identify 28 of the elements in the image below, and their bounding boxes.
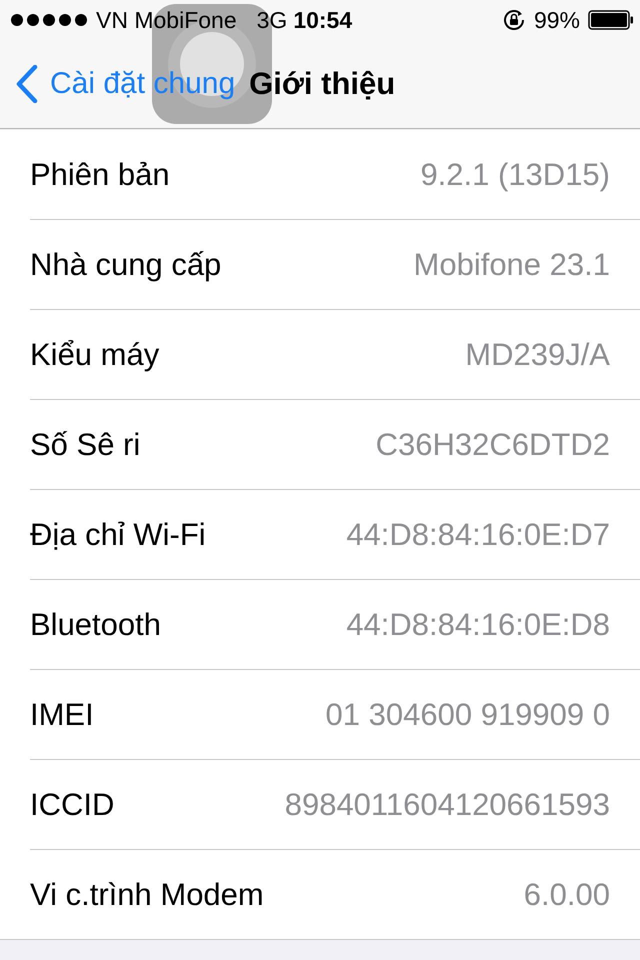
row-value: 9.2.1 (13D15) xyxy=(420,156,610,192)
clock-time: 10:54 xyxy=(293,6,352,34)
row-label: ICCID xyxy=(30,786,114,822)
row-label: Bluetooth xyxy=(30,606,161,642)
row-value: Mobifone 23.1 xyxy=(414,246,610,282)
row-label: Vi c.trình Modem xyxy=(30,876,264,912)
row-value: 8984011604120661593 xyxy=(284,786,610,822)
row-value: 44:D8:84:16:0E:D8 xyxy=(346,606,610,642)
row-label: Địa chỉ Wi-Fi xyxy=(30,516,206,552)
rotation-lock-icon xyxy=(502,8,526,32)
row-value: 44:D8:84:16:0E:D7 xyxy=(346,516,610,552)
carrier-name: VN MobiFone xyxy=(96,6,237,34)
back-button[interactable]: Cài đặt chung xyxy=(16,65,236,103)
row-value: 6.0.00 xyxy=(524,876,610,912)
row-value: 01 304600 919909 0 xyxy=(326,696,610,732)
page-title: Giới thiệu xyxy=(249,66,396,102)
row-value: C36H32C6DTD2 xyxy=(376,426,610,462)
row-label: Nhà cung cấp xyxy=(30,246,222,282)
row-label: IMEI xyxy=(30,696,94,732)
row-label: Số Sê ri xyxy=(30,426,140,462)
row-value: MD239J/A xyxy=(465,336,610,372)
network-type: 3G xyxy=(256,6,288,34)
chevron-left-icon xyxy=(16,65,38,103)
battery-icon xyxy=(588,10,634,30)
row-label: Kiểu máy xyxy=(30,336,160,372)
signal-icon xyxy=(10,13,88,27)
row-label: Phiên bản xyxy=(30,156,170,192)
battery-percent: 99% xyxy=(534,6,580,34)
